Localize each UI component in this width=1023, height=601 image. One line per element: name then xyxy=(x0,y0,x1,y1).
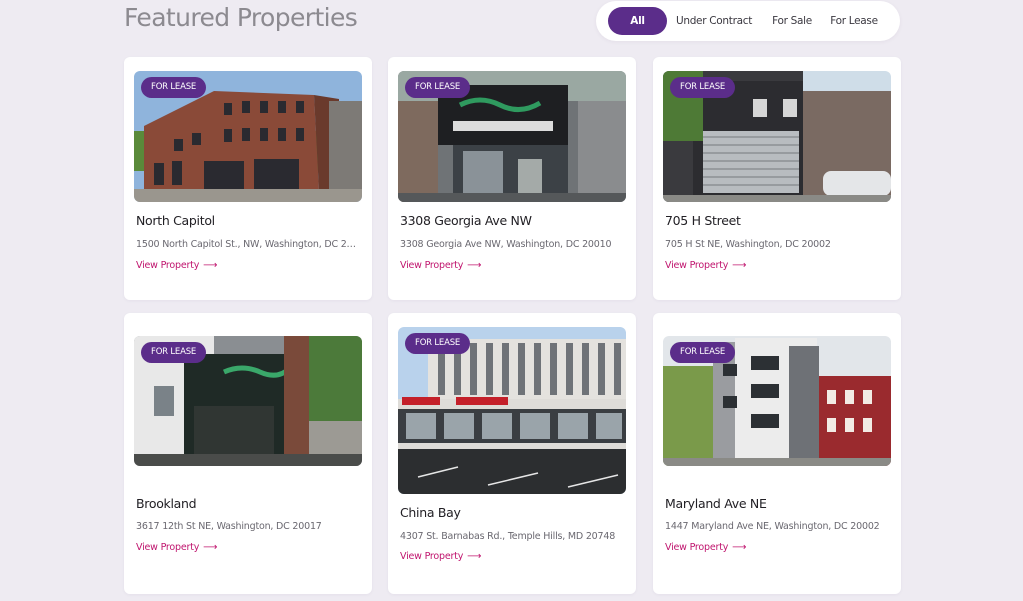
for-lease-badge: FOR LEASE xyxy=(405,77,471,98)
property-photo[interactable]: FOR LEASE xyxy=(663,71,891,202)
property-card-h-street[interactable]: FOR LEASE 705 H Street 705 H St NE, Wash… xyxy=(653,57,901,300)
property-name: 3308 Georgia Ave NW xyxy=(400,213,532,228)
filter-tabs: All Under Contract For Sale For Lease xyxy=(596,1,900,41)
property-photo[interactable]: FOR LEASE xyxy=(663,336,891,466)
property-card-maryland-ave[interactable]: FOR LEASE Maryland Ave NE 1447 Maryland … xyxy=(653,313,901,594)
property-photo[interactable]: FOR LEASE xyxy=(134,336,362,466)
property-address: 4307 St. Barnabas Rd., Temple Hills, MD … xyxy=(400,531,616,542)
for-lease-badge: FOR LEASE xyxy=(405,333,471,354)
property-name: North Capitol xyxy=(136,213,215,228)
view-property-link[interactable]: View Property ⟶ xyxy=(136,260,218,271)
arrow-right-icon: ⟶ xyxy=(203,542,218,553)
arrow-right-icon: ⟶ xyxy=(203,260,218,271)
filter-tab-under-contract[interactable]: Under Contract xyxy=(674,7,754,35)
filter-tab-all[interactable]: All xyxy=(608,7,667,35)
view-property-label: View Property xyxy=(665,542,729,553)
arrow-right-icon: ⟶ xyxy=(467,551,482,562)
for-lease-badge: FOR LEASE xyxy=(141,342,207,363)
view-property-link[interactable]: View Property ⟶ xyxy=(136,542,218,553)
property-card-brookland[interactable]: FOR LEASE Brookland 3617 12th St NE, Was… xyxy=(124,313,372,594)
view-property-label: View Property xyxy=(136,260,200,271)
arrow-right-icon: ⟶ xyxy=(732,542,747,553)
property-address: 1500 North Capitol St., NW, Washington, … xyxy=(136,239,358,250)
property-name: 705 H Street xyxy=(665,213,741,228)
view-property-link[interactable]: View Property ⟶ xyxy=(665,542,747,553)
for-lease-badge: FOR LEASE xyxy=(141,77,207,98)
for-lease-badge: FOR LEASE xyxy=(670,342,736,363)
filter-tab-for-lease[interactable]: For Lease xyxy=(826,7,882,35)
property-address: 3617 12th St NE, Washington, DC 20017 xyxy=(136,521,322,532)
property-name: China Bay xyxy=(400,505,461,520)
filter-tab-for-sale[interactable]: For Sale xyxy=(766,7,818,35)
page-title: Featured Properties xyxy=(124,3,358,32)
property-address: 3308 Georgia Ave NW, Washington, DC 2001… xyxy=(400,239,612,250)
arrow-right-icon: ⟶ xyxy=(467,260,482,271)
view-property-link[interactable]: View Property ⟶ xyxy=(400,551,482,562)
view-property-link[interactable]: View Property ⟶ xyxy=(665,260,747,271)
property-address: 705 H St NE, Washington, DC 20002 xyxy=(665,239,831,250)
view-property-label: View Property xyxy=(400,260,464,271)
view-property-label: View Property xyxy=(136,542,200,553)
for-lease-badge: FOR LEASE xyxy=(670,77,736,98)
property-photo[interactable]: FOR LEASE xyxy=(398,71,626,202)
property-card-china-bay[interactable]: FOR LEASE China Bay 4307 St. Barnabas Rd… xyxy=(388,313,636,594)
property-name: Brookland xyxy=(136,496,197,511)
property-address: 1447 Maryland Ave NE, Washington, DC 200… xyxy=(665,521,880,532)
property-photo[interactable]: FOR LEASE xyxy=(398,327,626,494)
property-photo[interactable]: FOR LEASE xyxy=(134,71,362,202)
property-name: Maryland Ave NE xyxy=(665,496,767,511)
view-property-label: View Property xyxy=(400,551,464,562)
property-card-georgia-ave[interactable]: FOR LEASE 3308 Georgia Ave NW 3308 Georg… xyxy=(388,57,636,300)
view-property-label: View Property xyxy=(665,260,729,271)
property-card-north-capitol[interactable]: FOR LEASE North Capitol 1500 North Capit… xyxy=(124,57,372,300)
view-property-link[interactable]: View Property ⟶ xyxy=(400,260,482,271)
arrow-right-icon: ⟶ xyxy=(732,260,747,271)
